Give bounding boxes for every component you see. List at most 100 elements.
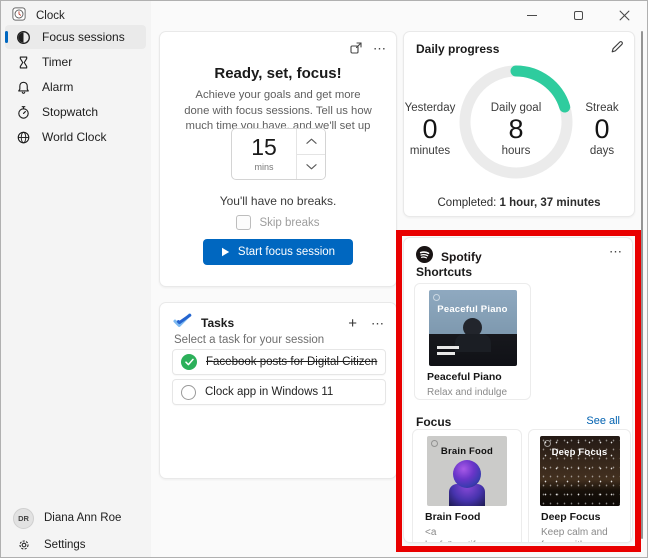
clock-app-window: Clock Focus sessions Timer Alarm Stopwat…	[0, 0, 648, 558]
album-art-text: Deep Focus	[551, 447, 608, 458]
task-radio-icon[interactable]	[181, 384, 196, 400]
sidebar-item-label: Stopwatch	[42, 105, 99, 119]
tasks-title: Tasks	[201, 316, 235, 330]
sidebar-item-stopwatch[interactable]: Stopwatch	[5, 100, 146, 124]
task-label: Facebook posts for Digital Citizen	[206, 356, 378, 368]
completed-value: 1 hour, 37 minutes	[499, 197, 601, 209]
spotify-card: Spotify ⋯ Shortcuts Peaceful Piano Peace…	[403, 237, 633, 543]
world-clock-icon	[15, 129, 31, 145]
duration-decrease-button[interactable]	[297, 154, 325, 179]
sidebar-item-timer[interactable]: Timer	[5, 50, 146, 74]
close-icon	[619, 10, 629, 20]
gear-icon	[13, 538, 34, 552]
stopwatch-icon	[15, 104, 31, 120]
album-art-text: Peaceful Piano	[437, 304, 508, 315]
avatar: DR	[13, 507, 34, 529]
see-all-link[interactable]: See all	[586, 415, 620, 427]
sidebar-item-label: Alarm	[42, 80, 74, 94]
spotify-brand-label: Spotify	[441, 250, 482, 264]
shortcuts-heading: Shortcuts	[416, 265, 473, 279]
stat-yesterday: Yesterday 0 minutes	[390, 102, 470, 157]
focus-sessions-icon	[15, 29, 31, 45]
playlist-tile-deep-focus[interactable]: Deep Focus Deep Focus Keep calm and focu…	[528, 429, 631, 542]
minimize-icon	[527, 14, 537, 16]
album-art-brain-food: Brain Food	[427, 436, 507, 506]
stat-unit: minutes	[409, 145, 451, 158]
completed-label: Completed:	[437, 197, 500, 209]
task-row[interactable]: Clock app in Windows 11	[172, 379, 386, 405]
clock-app-icon	[12, 7, 26, 24]
sidebar-item-settings[interactable]: Settings	[5, 532, 146, 557]
stat-daily-goal: Daily goal 8 hours	[476, 102, 556, 157]
app-title-label: Clock	[36, 9, 65, 22]
task-row-completed[interactable]: Facebook posts for Digital Citizen	[172, 349, 386, 375]
app-title: Clock	[12, 7, 65, 24]
tasks-subtitle: Select a task for your session	[174, 334, 325, 346]
playlist-tile-peaceful-piano[interactable]: Peaceful Piano Peaceful Piano Relax and …	[414, 283, 531, 400]
chevron-up-icon	[305, 138, 317, 144]
sidebar-item-alarm[interactable]: Alarm	[5, 75, 146, 99]
add-task-button[interactable]: +	[348, 316, 357, 331]
minimize-button[interactable]	[509, 1, 555, 29]
close-button[interactable]	[601, 1, 647, 29]
popout-button[interactable]	[349, 41, 363, 55]
tasks-more-button[interactable]: ⋯	[371, 317, 384, 330]
titlebar: Clock	[1, 1, 647, 29]
daily-progress-title: Daily progress	[416, 42, 500, 56]
stat-value: 8	[508, 114, 524, 144]
pencil-icon	[611, 41, 623, 53]
playlist-description: Keep calm and focus with ambient and...	[541, 527, 608, 542]
sidebar-item-label: Timer	[42, 55, 73, 69]
stat-streak: Streak 0 days	[562, 102, 642, 157]
task-completed-check-icon[interactable]	[181, 354, 197, 370]
settings-label: Settings	[44, 539, 86, 551]
album-art-text: Brain Food	[440, 446, 494, 457]
todo-check-icon	[173, 312, 192, 334]
account-button[interactable]: DR Diana Ann Roe	[5, 505, 146, 531]
focus-setup-card: ⋯ Ready, set, focus! Achieve your goals …	[159, 31, 397, 287]
skip-breaks-label: Skip breaks	[259, 216, 320, 229]
sidebar-item-world-clock[interactable]: World Clock	[5, 125, 146, 149]
stat-value: 0	[594, 114, 610, 144]
timer-icon	[15, 54, 31, 70]
spotify-more-button[interactable]: ⋯	[609, 245, 622, 258]
duration-value: 15	[251, 134, 277, 160]
album-art-deep-focus: Deep Focus	[539, 436, 620, 506]
main-scrollbar[interactable]	[641, 31, 643, 539]
playlist-description: Relax and indulge with beautiful piano..…	[427, 387, 508, 398]
stat-unit: days	[589, 145, 615, 158]
tasks-card: Tasks + ⋯ Select a task for your session…	[159, 302, 397, 479]
duration-value-box[interactable]: 15 mins	[232, 129, 296, 179]
playlist-title: Deep Focus	[541, 511, 601, 523]
start-focus-session-button[interactable]: Start focus session	[203, 239, 353, 265]
user-name: Diana Ann Roe	[44, 512, 122, 524]
album-art-peaceful-piano: Peaceful Piano	[428, 290, 517, 366]
spotify-badge-icon	[432, 294, 440, 301]
popout-icon	[350, 42, 362, 54]
stat-value: 0	[422, 114, 438, 144]
maximize-icon	[573, 10, 583, 20]
playlist-description: <a href="spotify:genre:...	[425, 527, 520, 542]
focus-card-title: Ready, set, focus!	[214, 65, 342, 83]
focus-card-more-button[interactable]: ⋯	[373, 42, 386, 55]
daily-progress-card: Daily progress Yesterday 0 minutes Daily…	[403, 31, 635, 217]
stat-label: Streak	[585, 102, 619, 114]
sidebar-item-label: World Clock	[42, 130, 107, 144]
stat-label: Yesterday	[404, 102, 456, 114]
chevron-down-icon	[305, 164, 317, 170]
duration-increase-button[interactable]	[297, 129, 325, 155]
alarm-bell-icon	[15, 79, 31, 95]
completed-summary: Completed: 1 hour, 37 minutes	[404, 197, 634, 209]
start-button-label: Start focus session	[237, 246, 336, 258]
task-label: Clock app in Windows 11	[205, 386, 334, 398]
edit-goal-button[interactable]	[610, 40, 624, 54]
skip-breaks-checkbox[interactable]	[236, 215, 252, 230]
duration-stepper: 15 mins	[231, 128, 326, 180]
maximize-button[interactable]	[555, 1, 601, 29]
breaks-note: You'll have no breaks.	[219, 194, 337, 208]
stat-label: Daily goal	[490, 102, 542, 114]
sidebar-nav: Focus sessions Timer Alarm Stopwatch Wor…	[5, 25, 146, 150]
focus-section-heading: Focus	[416, 415, 452, 429]
spotify-badge-icon	[543, 440, 551, 447]
playlist-tile-brain-food[interactable]: Brain Food Brain Food <a href="spotify:g…	[412, 429, 522, 542]
